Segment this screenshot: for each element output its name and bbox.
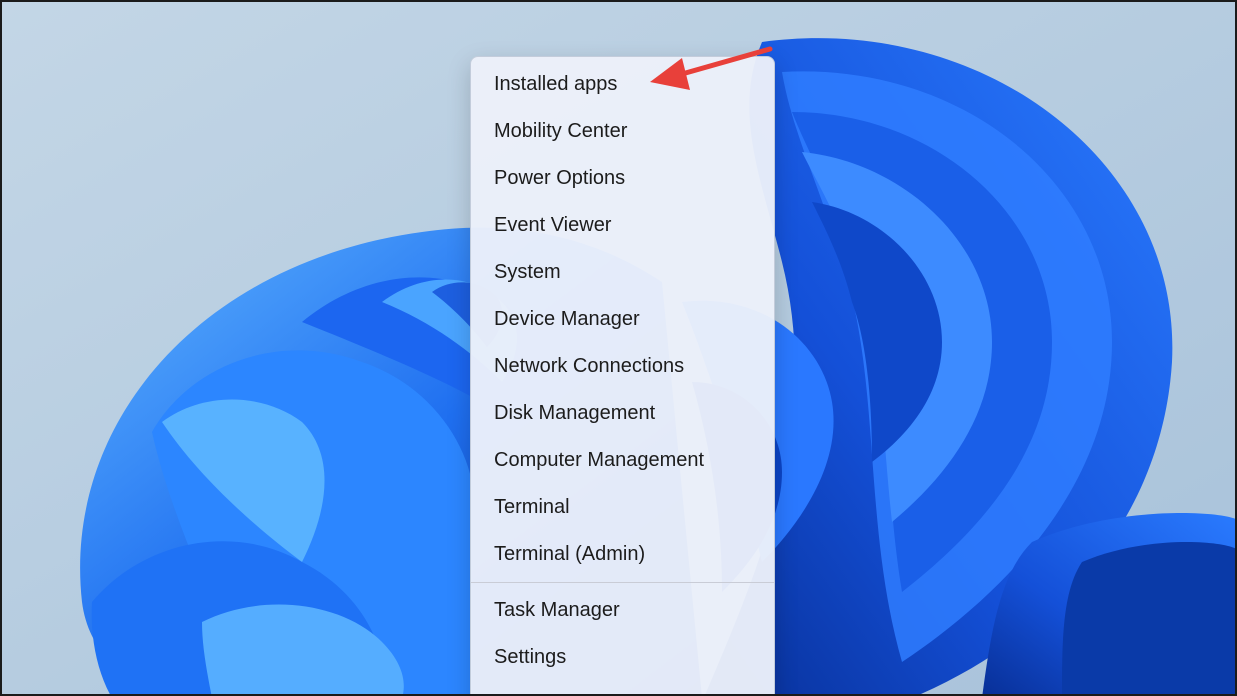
menu-item-system[interactable]: System [471, 249, 774, 296]
desktop: Installed apps Mobility Center Power Opt… [0, 0, 1237, 696]
menu-item-device-manager[interactable]: Device Manager [471, 296, 774, 343]
menu-item-event-viewer[interactable]: Event Viewer [471, 202, 774, 249]
menu-separator [471, 582, 774, 583]
menu-item-settings[interactable]: Settings [471, 634, 774, 681]
menu-item-mobility-center[interactable]: Mobility Center [471, 108, 774, 155]
winx-context-menu: Installed apps Mobility Center Power Opt… [470, 56, 775, 694]
menu-group-admin-tools: Installed apps Mobility Center Power Opt… [471, 57, 774, 578]
menu-item-file-explorer[interactable]: File Explorer [471, 681, 774, 694]
menu-item-terminal-admin[interactable]: Terminal (Admin) [471, 531, 774, 578]
menu-item-disk-management[interactable]: Disk Management [471, 390, 774, 437]
menu-item-terminal[interactable]: Terminal [471, 484, 774, 531]
menu-item-network-connections[interactable]: Network Connections [471, 343, 774, 390]
menu-group-system-tools: Task Manager Settings File Explorer [471, 587, 774, 694]
menu-item-power-options[interactable]: Power Options [471, 155, 774, 202]
menu-item-computer-management[interactable]: Computer Management [471, 437, 774, 484]
menu-item-task-manager[interactable]: Task Manager [471, 587, 774, 634]
menu-item-installed-apps[interactable]: Installed apps [471, 61, 774, 108]
